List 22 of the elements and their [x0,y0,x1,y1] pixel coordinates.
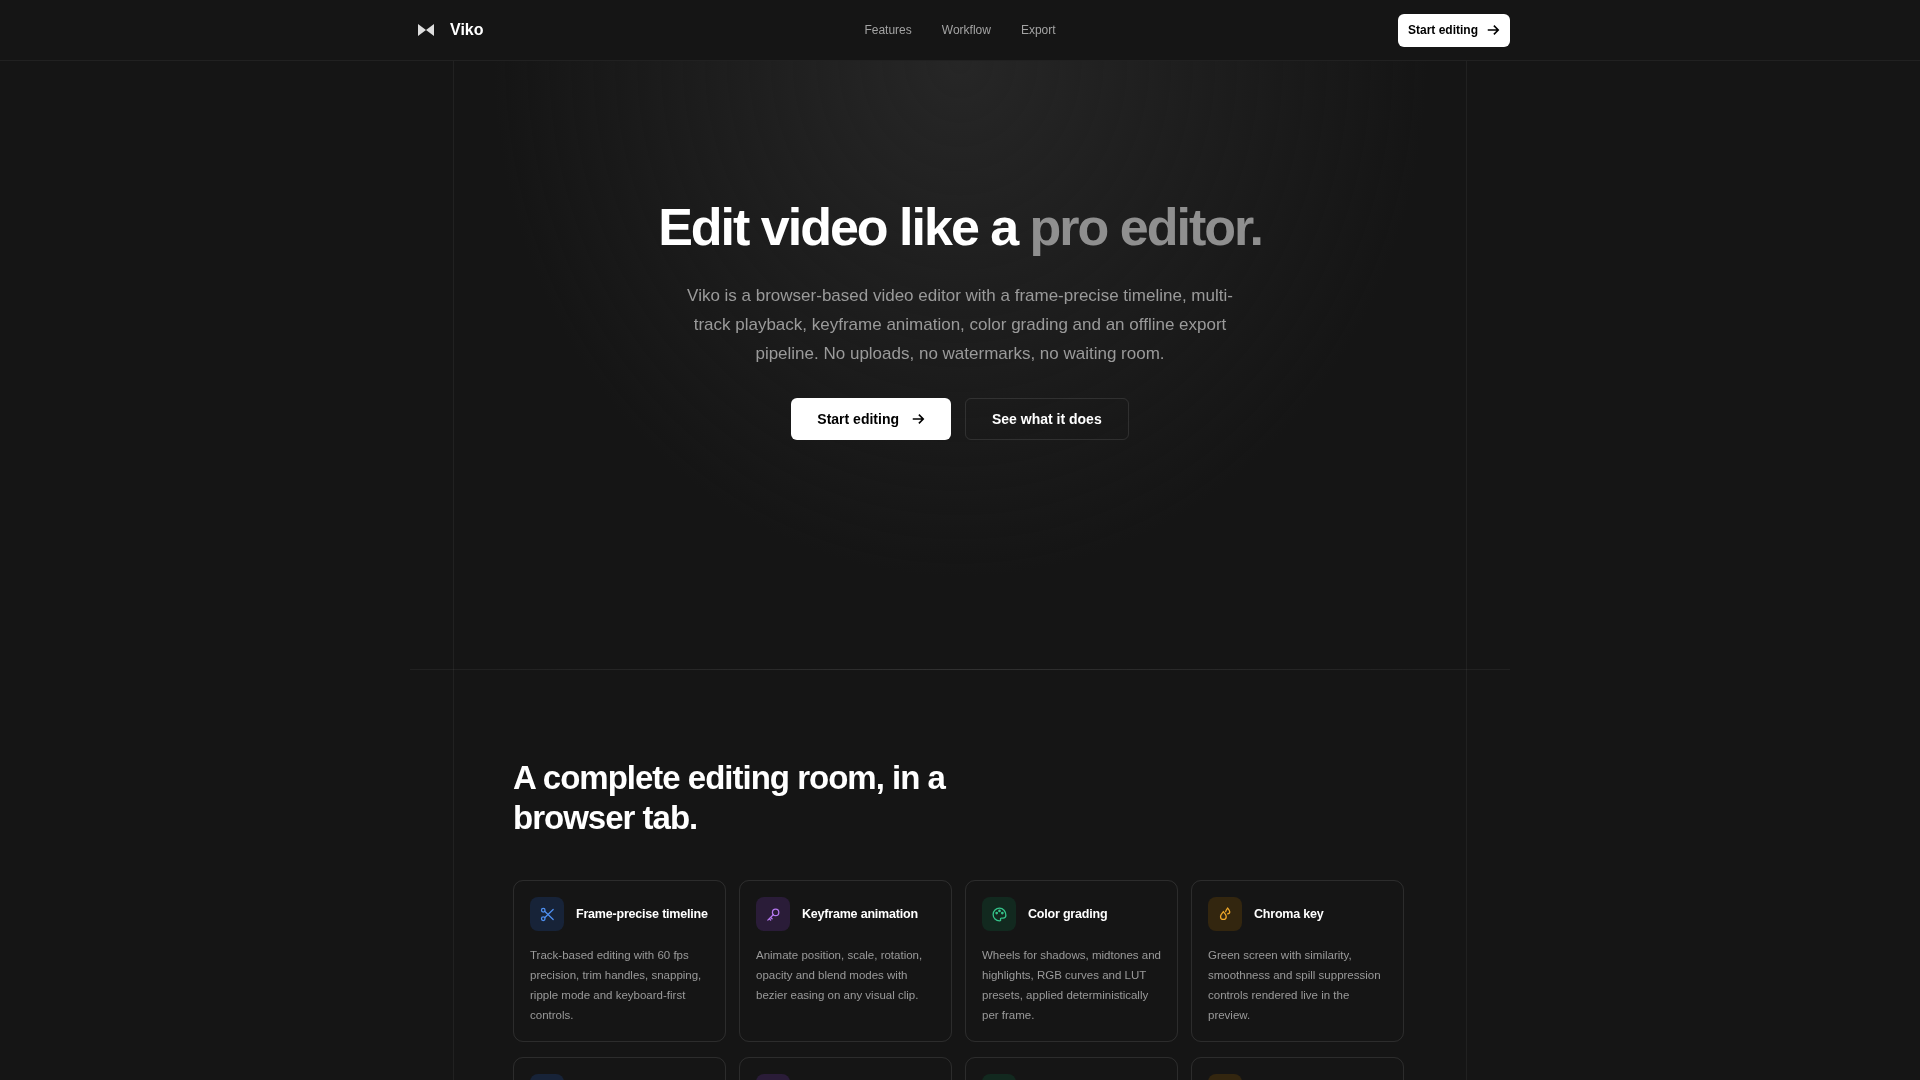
card-title: Keyframe animation [802,905,918,923]
arrow-right-icon [1486,23,1500,37]
scissors-icon [538,905,556,923]
start-editing-button[interactable]: Start editing [1397,13,1510,47]
card-description: Track-based editing with 60 fps precision, trim handles, snapping, ripple mode and keyboard-first controls. [530,948,703,1023]
nav-link[interactable]: Workflow [941,21,991,39]
section-heading: A complete editing room, in a browser tab. [513,758,947,838]
nav-link[interactable]: Features [864,21,912,39]
see-features-button[interactable]: See what it does [965,398,1129,440]
card-description: Green screen with similarity, smoothness and spill suppression controls rendered live in the preview. [1208,948,1382,1023]
arrow-right-icon [911,412,925,426]
nav-link[interactable]: Export [1020,21,1056,39]
card-title: Frame-precise timeline [576,905,708,923]
start-editing-button[interactable]: Start editing [791,398,951,440]
palette-icon [990,905,1008,923]
card-title: Color grading [1028,905,1108,923]
logo-icon [418,24,434,36]
brand-name: Viko [450,20,484,40]
card-description: Wheels for shadows, midtones and highlights, RGB curves and LUT presets, applied deterministically per frame. [982,948,1161,1023]
card-title: Chroma key [1254,905,1324,923]
card-description: Animate position, scale, rotation, opacity and blend modes with bezier easing on any visual clip. [756,948,924,1003]
hero-description: Viko is a browser-based video editor with a frame-precise timeline, multi-track playback, keyframe animation, color grading and an offline export pipeline. No uploads, no watermarks, no waiting room. [686,285,1234,365]
